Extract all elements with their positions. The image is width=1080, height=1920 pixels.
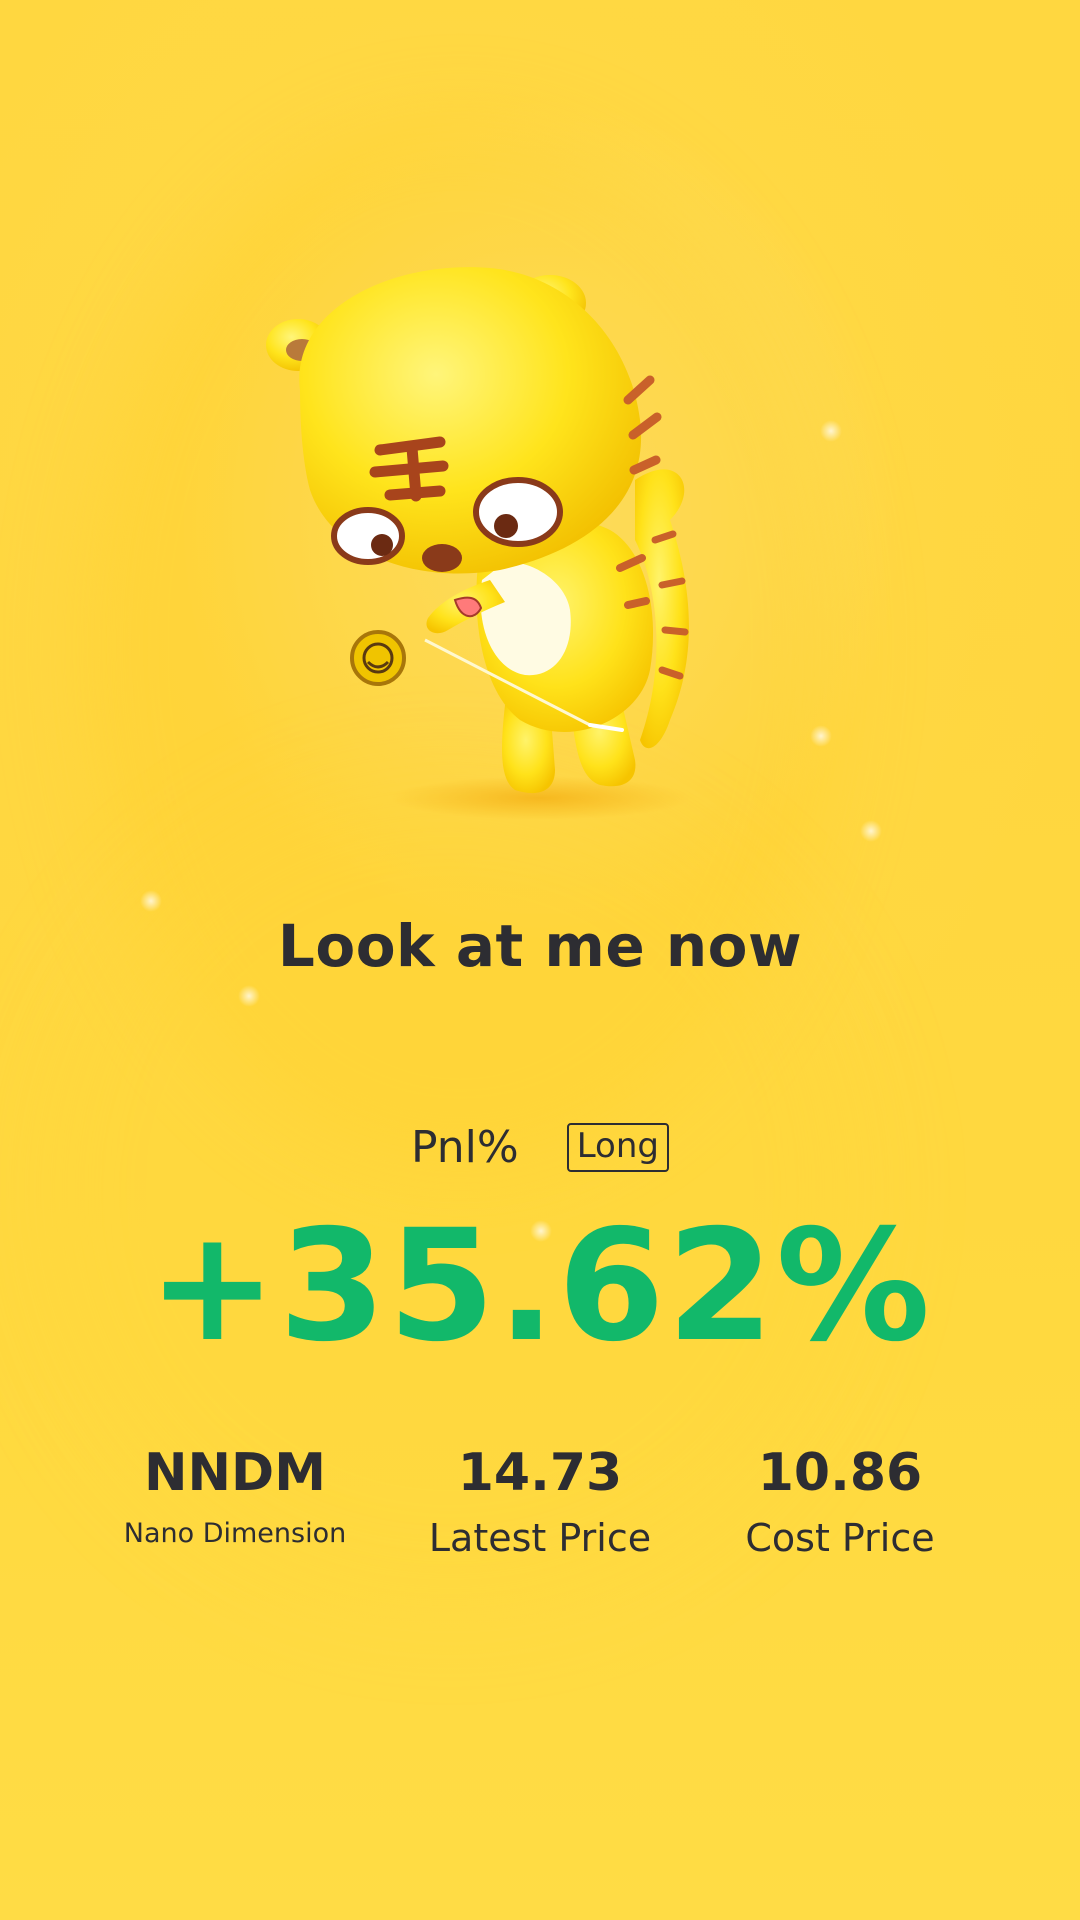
pnl-label: Pnl% [411,1122,519,1173]
share-card: Look at me now Pnl% Long +35.62% NNDM Na… [0,0,1080,1920]
cost-price-label: Cost Price [745,1516,935,1561]
stat-latest-price: 14.73 Latest Price [390,1443,690,1562]
sparkle [820,420,842,442]
sparkle [238,985,260,1007]
pnl-percentage: +35.62% [147,1197,933,1376]
position-stats: NNDM Nano Dimension 14.73 Latest Price 1… [90,1443,990,1585]
latest-price-label: Latest Price [428,1516,652,1561]
stat-symbol: NNDM Nano Dimension [90,1443,380,1551]
pnl-header: Pnl% Long [0,1122,1080,1173]
direction-badge: Long [566,1123,669,1172]
ticker-symbol: NNDM [144,1443,326,1503]
sparkle [810,725,832,747]
company-name: Nano Dimension [123,1518,347,1550]
sparkle [140,890,162,912]
headline-text: Look at me now [277,912,803,980]
sparkle [860,820,882,842]
stat-cost-price: 10.86 Cost Price [690,1443,990,1562]
latest-price-value: 14.73 [457,1443,623,1503]
cost-price-value: 10.86 [757,1443,923,1503]
tiger-mascot-yoyo-icon [250,250,730,830]
